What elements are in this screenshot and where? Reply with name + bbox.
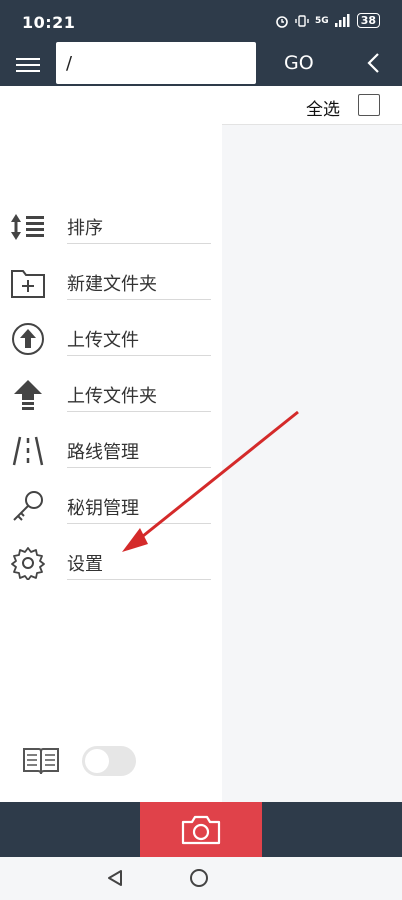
- status-icons: 5G 38: [275, 13, 380, 28]
- drawer-footer: [0, 744, 222, 784]
- drawer-item-label: 排序: [67, 214, 211, 244]
- new-folder-icon: [11, 270, 45, 298]
- status-time: 10:21: [22, 13, 76, 32]
- sort-icon: [11, 214, 44, 240]
- signal-icon: [334, 14, 350, 27]
- upload-file-icon: [12, 323, 44, 355]
- drawer-item-label: 设置: [67, 550, 211, 580]
- drawer-item-label: 秘钥管理: [67, 494, 211, 524]
- toggle-knob: [85, 749, 109, 773]
- path-input[interactable]: [56, 42, 256, 84]
- key-icon: [13, 491, 43, 521]
- select-all-checkbox[interactable]: [358, 94, 380, 116]
- drawer-item-label: 新建文件夹: [67, 270, 211, 300]
- toggle-switch[interactable]: [82, 746, 136, 776]
- drawer-item-sort[interactable]: 排序: [0, 202, 222, 258]
- book-icon[interactable]: [22, 746, 60, 776]
- vibrate-icon: [295, 14, 309, 27]
- drawer-item-settings[interactable]: 设置: [0, 538, 222, 594]
- drawer-item-keys[interactable]: 秘钥管理: [0, 482, 222, 538]
- chevron-left-icon[interactable]: [366, 52, 382, 74]
- go-button[interactable]: GO: [284, 52, 314, 74]
- drawer-item-label: 上传文件夹: [67, 382, 211, 412]
- drawer-item-upload-folder[interactable]: 上传文件夹: [0, 370, 222, 426]
- menu-icon[interactable]: [16, 54, 40, 74]
- drawer-item-label: 上传文件: [67, 326, 211, 356]
- route-icon: [12, 436, 44, 466]
- side-drawer: 排序 新建文件夹 上传文件 上传文件夹 路线管理 秘钥管理 设置: [0, 86, 222, 802]
- battery-badge: 38: [356, 13, 380, 28]
- nav-home-icon[interactable]: [190, 869, 208, 887]
- select-all-label: 全选: [306, 100, 340, 120]
- drawer-item-routes[interactable]: 路线管理: [0, 426, 222, 482]
- upload-folder-icon: [14, 380, 42, 410]
- bottom-bar: [0, 802, 402, 857]
- top-toolbar: GO: [0, 42, 402, 86]
- system-nav-bar: [0, 857, 402, 900]
- nav-back-icon[interactable]: [106, 869, 124, 887]
- network-label: 5G: [315, 15, 329, 26]
- file-list-area: 全选: [222, 86, 402, 802]
- camera-icon: [181, 815, 221, 845]
- drawer-item-upload-file[interactable]: 上传文件: [0, 314, 222, 370]
- list-header: 全选: [222, 86, 402, 125]
- gear-icon: [11, 547, 45, 580]
- status-bar: 10:21 5G 38: [0, 0, 402, 42]
- camera-button[interactable]: [140, 802, 262, 857]
- drawer-item-label: 路线管理: [67, 438, 211, 468]
- drawer-item-new-folder[interactable]: 新建文件夹: [0, 258, 222, 314]
- alarm-icon: [276, 15, 288, 28]
